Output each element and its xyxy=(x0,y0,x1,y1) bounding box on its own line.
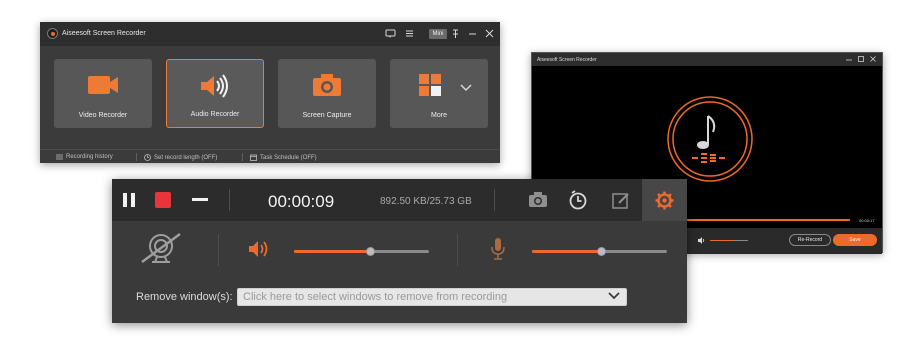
recording-history-link[interactable]: Recording history xyxy=(56,154,113,160)
feedback-icon[interactable] xyxy=(385,28,396,39)
app-logo-icon xyxy=(47,28,58,39)
more-label: More xyxy=(431,112,447,119)
toolbar-divider xyxy=(229,189,230,211)
camera-icon[interactable] xyxy=(528,191,548,208)
minimize-icon[interactable] xyxy=(467,28,478,39)
toolbar-divider xyxy=(494,189,495,211)
player-volume-slider[interactable] xyxy=(710,240,748,241)
more-tile[interactable]: More xyxy=(390,59,488,128)
save-button[interactable]: Save xyxy=(833,234,877,246)
controls-divider xyxy=(457,234,458,266)
task-schedule-label: Task Schedule (OFF) xyxy=(260,154,317,161)
remove-window-label: Remove window(s): xyxy=(136,291,233,303)
audio-recorder-tile[interactable]: Audio Recorder xyxy=(166,59,264,128)
rerecord-button[interactable]: Re-Record xyxy=(789,234,831,246)
player-title-bar[interactable]: Aiseesoft Screen Recorder xyxy=(532,53,882,66)
player-window-title: Aiseesoft Screen Recorder xyxy=(537,57,597,63)
pause-icon[interactable] xyxy=(122,192,136,208)
main-window-title: Aiseesoft Screen Recorder xyxy=(62,30,146,37)
mini-mode-button[interactable]: Mini xyxy=(429,29,447,39)
footer-divider xyxy=(136,153,137,161)
webcam-off-icon[interactable] xyxy=(138,230,184,266)
maximize-icon[interactable] xyxy=(857,55,865,63)
video-camera-icon xyxy=(86,72,120,103)
menu-icon[interactable] xyxy=(404,28,415,39)
volume-icon[interactable] xyxy=(698,237,706,244)
footer-divider xyxy=(242,153,243,161)
settings-cell[interactable] xyxy=(642,179,687,221)
grid-icon xyxy=(417,72,443,103)
system-sound-icon[interactable] xyxy=(248,240,270,258)
music-note-icon xyxy=(667,96,753,182)
main-title-bar[interactable]: Aiseesoft Screen Recorder Mini xyxy=(40,22,500,46)
collapse-icon[interactable] xyxy=(192,198,208,202)
player-time: 00:00:17 xyxy=(859,218,875,223)
timer-icon[interactable] xyxy=(568,190,588,210)
close-icon[interactable] xyxy=(484,28,495,39)
system-volume-slider[interactable] xyxy=(294,247,429,256)
composite-screenshot: Aiseesoft Screen Recorder Mini Video Rec… xyxy=(0,0,920,340)
audio-recorder-label: Audio Recorder xyxy=(190,111,240,118)
schedule-icon xyxy=(250,154,257,161)
main-recorder-window: Aiseesoft Screen Recorder Mini Video Rec… xyxy=(40,22,500,163)
clock-icon xyxy=(144,154,151,161)
main-footer: Recording history Set record length (OFF… xyxy=(40,149,500,163)
screen-capture-label: Screen Capture xyxy=(302,112,352,119)
remove-window-select[interactable]: Click here to select windows to remove f… xyxy=(237,288,627,306)
recording-size: 892.50 KB/25.73 GB xyxy=(380,196,472,207)
chevron-down-icon[interactable] xyxy=(460,79,472,97)
list-icon xyxy=(56,154,63,160)
recording-control-bar: 00:00:09 892.50 KB/25.73 GB Remove windo… xyxy=(112,179,687,323)
set-record-length-label: Set record length (OFF) xyxy=(154,154,218,161)
gear-icon[interactable] xyxy=(655,191,674,210)
set-record-length-link[interactable]: Set record length (OFF) xyxy=(144,154,217,161)
camera-icon xyxy=(310,72,344,103)
screen-capture-tile[interactable]: Screen Capture xyxy=(278,59,376,128)
video-recorder-label: Video Recorder xyxy=(78,112,128,119)
microphone-icon[interactable] xyxy=(490,237,506,261)
close-icon[interactable] xyxy=(869,55,877,63)
controls-divider xyxy=(218,234,219,266)
recording-time: 00:00:09 xyxy=(268,192,335,211)
edit-icon[interactable] xyxy=(612,191,630,209)
mic-volume-slider[interactable] xyxy=(532,247,667,256)
speaker-icon xyxy=(198,73,232,104)
recording-history-label: Recording history xyxy=(66,154,113,160)
chevron-down-icon[interactable] xyxy=(608,291,620,301)
task-schedule-link[interactable]: Task Schedule (OFF) xyxy=(250,154,317,161)
remove-window-placeholder: Click here to select windows to remove f… xyxy=(243,291,508,303)
pin-icon[interactable] xyxy=(450,28,461,39)
minimize-icon[interactable] xyxy=(845,55,853,63)
stop-icon[interactable] xyxy=(155,192,171,208)
video-recorder-tile[interactable]: Video Recorder xyxy=(54,59,152,128)
recording-toolbar: 00:00:09 892.50 KB/25.73 GB xyxy=(112,179,687,221)
